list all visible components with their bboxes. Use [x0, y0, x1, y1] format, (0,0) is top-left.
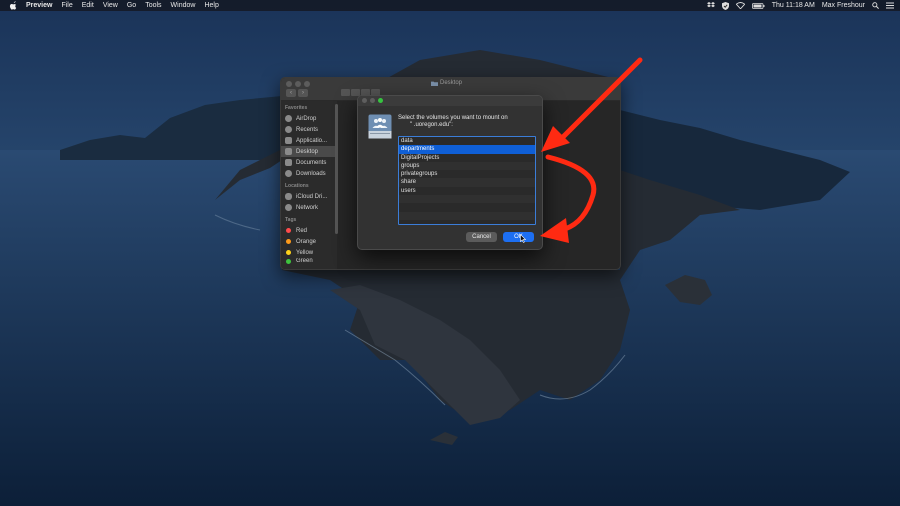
volume-list-item[interactable]: departments: [399, 145, 535, 154]
menu-item-file[interactable]: File: [61, 2, 72, 9]
forward-button[interactable]: ›: [298, 89, 308, 97]
dialog-prompt-line2: " .uoregon.edu":: [410, 122, 453, 128]
volume-list-item[interactable]: share: [399, 178, 535, 187]
menu-item-help[interactable]: Help: [204, 2, 218, 9]
search-icon[interactable]: [872, 2, 879, 9]
ok-button[interactable]: OK: [503, 232, 534, 242]
finder-nav-buttons: ‹ ›: [286, 89, 310, 97]
sidebar-header-favorites: Favorites: [285, 105, 308, 111]
menu-item-go[interactable]: Go: [127, 2, 136, 9]
desktop-icon: [285, 148, 292, 155]
vpn-shield-icon[interactable]: [721, 1, 729, 10]
back-button[interactable]: ‹: [286, 89, 296, 97]
mount-volumes-dialog: Select the volumes you want to mount on …: [357, 95, 543, 250]
close-icon[interactable]: [286, 81, 292, 87]
menu-item-preview[interactable]: Preview: [26, 2, 52, 9]
volume-list-empty-row: [399, 195, 535, 204]
volume-list-item[interactable]: users: [399, 187, 535, 195]
sidebar-item-label: Recents: [296, 126, 319, 133]
dropbox-icon[interactable]: [706, 2, 715, 9]
volume-list-item[interactable]: privategroups: [399, 170, 535, 178]
sidebar-item-icloud[interactable]: iCloud Dri...: [281, 191, 337, 202]
zoom-icon[interactable]: [378, 98, 383, 103]
sidebar-item-tag-orange[interactable]: Orange: [281, 236, 337, 247]
sidebar-item-label: Desktop: [296, 148, 319, 155]
download-icon: [285, 170, 292, 177]
document-icon: [285, 159, 292, 166]
battery-icon[interactable]: [751, 2, 765, 9]
mouse-cursor-icon: [520, 234, 526, 243]
tag-dot-icon: [286, 258, 291, 264]
dialog-prompt: Select the volumes you want to mount on …: [398, 115, 538, 129]
sidebar-item-label: Applicatio...: [296, 137, 328, 144]
cloud-icon: [285, 193, 292, 200]
minimize-icon[interactable]: [370, 98, 375, 103]
icon-view-button[interactable]: [341, 89, 350, 96]
control-center-icon[interactable]: [886, 2, 894, 9]
zoom-icon[interactable]: [304, 81, 310, 87]
tag-dot-icon: [286, 228, 291, 233]
menu-item-window[interactable]: Window: [171, 2, 196, 9]
finder-window-controls: [286, 81, 313, 87]
finder-title-text: Desktop: [440, 80, 463, 86]
sidebar-item-label: Green: [296, 258, 313, 264]
status-area: Thu 11:18 AM Max Freshour: [700, 0, 894, 11]
wifi-icon[interactable]: [735, 2, 745, 9]
apple-icon[interactable]: [8, 0, 18, 11]
sidebar-header-tags: Tags: [285, 217, 297, 223]
sidebar-item-documents[interactable]: Documents: [281, 157, 337, 168]
sidebar-item-label: Red: [296, 227, 308, 234]
sidebar-item-tag-red[interactable]: Red: [281, 225, 337, 236]
sidebar-scrollbar[interactable]: [335, 104, 338, 234]
sidebar-item-network[interactable]: Network: [281, 202, 337, 213]
sidebar-item-tag-yellow[interactable]: Yellow: [281, 247, 337, 258]
volume-list-item[interactable]: groups: [399, 161, 535, 171]
sidebar-item-tag-green[interactable]: Green: [281, 258, 337, 264]
cancel-button[interactable]: Cancel: [466, 232, 497, 242]
sidebar-item-airdrop[interactable]: AirDrop: [281, 113, 337, 124]
applications-icon: [285, 137, 292, 144]
minimize-icon[interactable]: [295, 81, 301, 87]
sidebar-item-label: Downloads: [296, 170, 326, 177]
close-icon[interactable]: [362, 98, 367, 103]
volume-list[interactable]: data departments DigitalProjects groups priv…: [398, 136, 536, 225]
tag-dot-icon: [286, 239, 291, 244]
dialog-titlebar[interactable]: [358, 96, 542, 106]
sidebar-header-locations: Locations: [285, 183, 309, 189]
sidebar-item-label: Network: [296, 204, 319, 211]
sidebar-item-applications[interactable]: Applicatio...: [281, 135, 337, 146]
menu-item-edit[interactable]: Edit: [82, 2, 94, 9]
sidebar-item-label: Orange: [296, 238, 317, 245]
volume-list-item[interactable]: data: [399, 137, 535, 145]
volume-list-empty-row: [399, 203, 535, 211]
sidebar-item-downloads[interactable]: Downloads: [281, 168, 337, 179]
menubar-user[interactable]: Max Freshour: [822, 2, 865, 9]
sidebar-item-label: Documents: [296, 159, 327, 166]
sidebar-item-desktop[interactable]: Desktop: [281, 146, 337, 157]
tag-dot-icon: [286, 250, 291, 255]
sidebar-item-label: AirDrop: [296, 115, 317, 122]
finder-title: Desktop: [431, 80, 462, 86]
volume-list-item[interactable]: DigitalProjects: [399, 154, 535, 162]
sidebar-item-label: iCloud Dri...: [296, 193, 328, 200]
menu-item-view[interactable]: View: [103, 2, 118, 9]
volume-list-empty-row: [399, 211, 535, 220]
menu-bar: Preview File Edit View Go Tools Window H…: [0, 0, 900, 11]
sidebar-item-label: Yellow: [296, 249, 314, 256]
sidebar-item-recents[interactable]: Recents: [281, 124, 337, 135]
dialog-window-controls: [362, 98, 386, 103]
airdrop-icon: [285, 115, 292, 122]
finder-sidebar: Favorites AirDrop Recents Applicatio... …: [281, 101, 337, 269]
clock-icon: [285, 126, 292, 133]
dialog-prompt-line1: Select the volumes you want to mount on: [398, 115, 508, 121]
globe-icon: [285, 204, 292, 211]
menubar-clock[interactable]: Thu 11:18 AM: [772, 2, 815, 9]
file-server-icon: [368, 114, 392, 139]
menu-item-tools[interactable]: Tools: [145, 2, 161, 9]
folder-icon: [431, 81, 438, 86]
